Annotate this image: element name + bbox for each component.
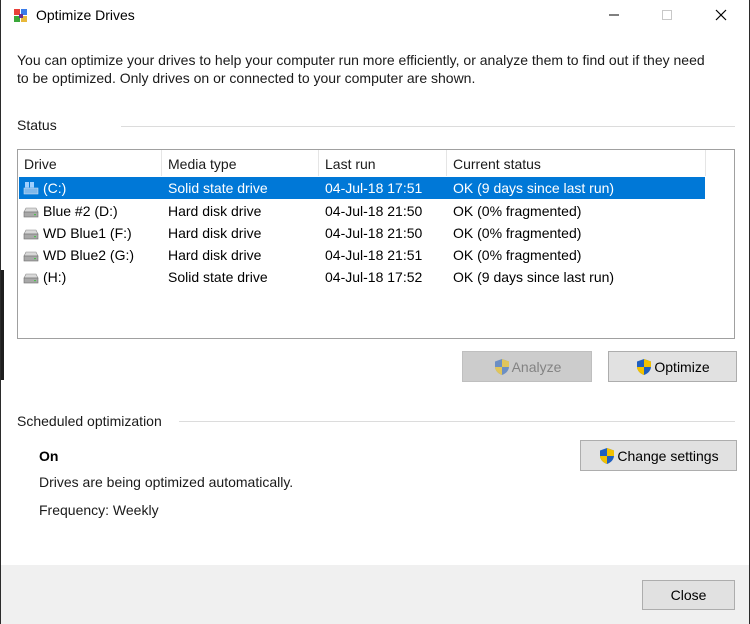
drive-last-run: 04-Jul-18 17:52 [325, 269, 423, 285]
drive-name: (C:) [43, 180, 67, 196]
maximize-button[interactable] [644, 0, 690, 30]
windows-drive-icon [23, 182, 39, 195]
drive-name: WD Blue2 (G:) [43, 247, 135, 263]
drive-status: OK (9 days since last run) [453, 269, 615, 285]
hard-drive-icon [23, 251, 39, 262]
drive-last-run: 04-Jul-18 21:50 [325, 203, 423, 219]
window-edge [1, 270, 4, 380]
list-header: Drive Media type Last run Current status [18, 150, 734, 176]
analyze-button[interactable]: Analyze [462, 351, 592, 382]
defrag-icon [14, 9, 27, 22]
scheduled-group-label: Scheduled optimization [17, 413, 162, 429]
drive-status: OK (0% fragmented) [453, 203, 582, 219]
change-settings-button[interactable]: Change settings [580, 440, 737, 471]
drive-name: WD Blue1 (F:) [43, 225, 132, 241]
close-button[interactable]: Close [642, 580, 735, 610]
drive-media-type: Hard disk drive [168, 225, 262, 241]
scheduled-divider [179, 421, 735, 422]
schedule-frequency: Frequency: Weekly [39, 502, 159, 518]
drive-media-type: Solid state drive [168, 269, 268, 285]
hard-drive-icon [23, 207, 39, 218]
title-bar[interactable]: Optimize Drives [1, 0, 749, 32]
drive-name: (H:) [43, 269, 67, 285]
column-drive[interactable]: Drive [18, 150, 162, 176]
column-current-status[interactable]: Current status [447, 150, 706, 176]
minimize-button[interactable] [591, 0, 637, 30]
description-text: You can optimize your drives to help you… [17, 52, 705, 86]
uac-shield-icon [494, 358, 509, 375]
drive-media-type: Solid state drive [168, 180, 268, 196]
close-label: Close [670, 587, 707, 603]
optimize-label: Optimize [654, 358, 710, 375]
maximize-icon [662, 10, 672, 20]
uac-shield-icon [600, 447, 615, 464]
drive-last-run: 04-Jul-18 21:51 [325, 247, 423, 263]
drive-status: OK (0% fragmented) [453, 225, 582, 241]
status-group-label: Status [17, 117, 57, 133]
status-divider [121, 126, 735, 127]
drive-row[interactable]: Blue #2 (D:) Hard disk drive 04-Jul-18 2… [19, 200, 705, 222]
minimize-icon [609, 14, 619, 16]
drive-status: OK (0% fragmented) [453, 247, 582, 263]
drive-last-run: 04-Jul-18 17:51 [325, 180, 423, 196]
window-title: Optimize Drives [36, 7, 135, 23]
hard-drive-icon [23, 273, 39, 284]
close-window-button[interactable] [698, 0, 744, 30]
column-media-type[interactable]: Media type [162, 150, 319, 176]
drive-row[interactable]: WD Blue2 (G:) Hard disk drive 04-Jul-18 … [19, 244, 705, 266]
optimize-drives-window: Optimize Drives You can optimize your dr… [0, 0, 750, 624]
drive-media-type: Hard disk drive [168, 203, 262, 219]
drive-name: Blue #2 (D:) [43, 203, 118, 219]
close-icon [715, 9, 727, 21]
schedule-state: On [39, 448, 59, 464]
drive-row[interactable]: (C:) Solid state drive 04-Jul-18 17:51 O… [19, 177, 705, 199]
drive-status: OK (9 days since last run) [453, 180, 615, 196]
drive-last-run: 04-Jul-18 21:50 [325, 225, 423, 241]
drives-list[interactable]: Drive Media type Last run Current status… [17, 149, 735, 339]
drive-row[interactable]: (H:) Solid state drive 04-Jul-18 17:52 O… [19, 266, 705, 288]
dialog-footer: Close [1, 565, 749, 624]
hard-drive-icon [23, 229, 39, 240]
schedule-description: Drives are being optimized automatically… [39, 474, 294, 490]
analyze-label: Analyze [511, 358, 562, 375]
drive-media-type: Hard disk drive [168, 247, 262, 263]
optimize-button[interactable]: Optimize [608, 351, 737, 382]
column-last-run[interactable]: Last run [319, 150, 447, 176]
drive-row[interactable]: WD Blue1 (F:) Hard disk drive 04-Jul-18 … [19, 222, 705, 244]
uac-shield-icon [637, 358, 652, 375]
change-settings-label: Change settings [617, 447, 719, 464]
